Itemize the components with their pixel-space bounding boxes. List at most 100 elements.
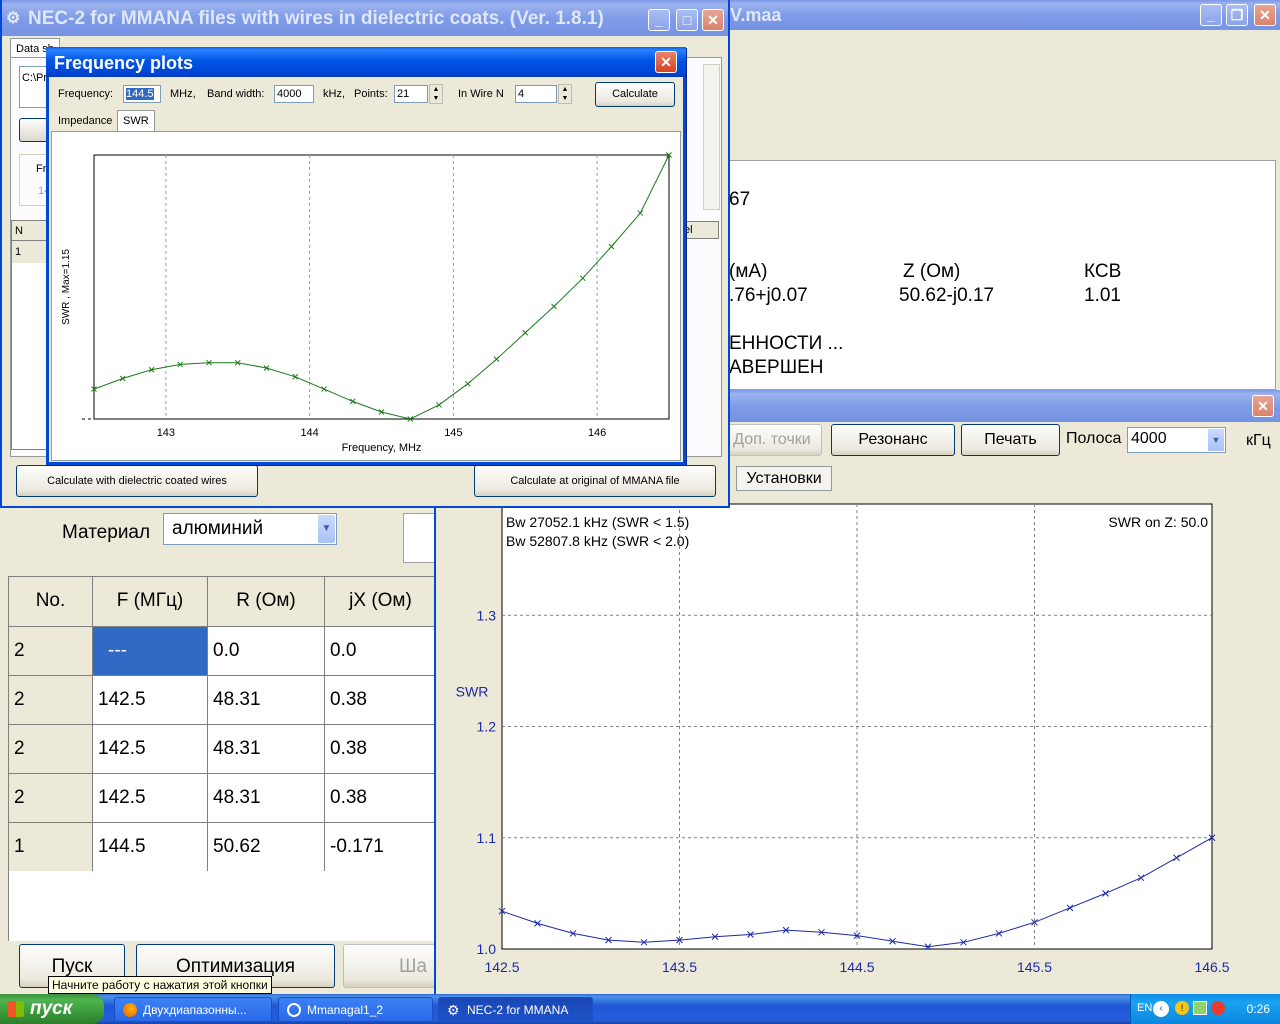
bw-input[interactable]: 4000 (274, 85, 314, 103)
security-icon[interactable] (1211, 1001, 1225, 1015)
bandwidth-annotation-2: Bw 52807.8 kHz (SWR < 2.0) (506, 533, 689, 549)
table-cell[interactable]: 0.38 (325, 725, 437, 774)
white-field (403, 513, 436, 563)
table-cell[interactable]: -0.171 (325, 823, 437, 872)
tab-impedance[interactable]: Impedance (53, 111, 117, 131)
material-select[interactable]: алюминий ▼ (163, 513, 337, 545)
material-value: алюминий (172, 518, 264, 539)
results-col2-val: 50.62-j0.17 (899, 285, 995, 306)
grid-head-no: No. (9, 577, 93, 627)
wire-label: In Wire N (458, 88, 504, 100)
x-axis-label: Frequency, MHz (342, 442, 422, 454)
minimize-button[interactable]: _ (648, 9, 670, 31)
bw-label: Band width: (207, 88, 265, 100)
results-col1-head: (мА) (729, 261, 768, 282)
chevron-down-icon[interactable]: ▼ (318, 515, 335, 543)
network-icon[interactable] (1193, 1001, 1207, 1015)
grid-head-jx: jX (Ом) (325, 577, 437, 627)
points-label: Points: (354, 88, 388, 100)
minimize-button[interactable]: _ (1200, 4, 1222, 26)
small-button[interactable] (19, 118, 49, 142)
tab-swr[interactable]: SWR (117, 110, 155, 132)
table-cell[interactable]: 144.5 (93, 823, 208, 872)
task-firefox[interactable]: Двухдиапазонны... (114, 997, 272, 1022)
language-indicator[interactable]: EN (1137, 1002, 1152, 1014)
swr-chart: 142.5 143.5 144.5 145.5 146.5 1.0 1.1 1.2 1.3 SWR… (456, 503, 1230, 975)
system-tray: EN ‹ ! 0:26 (1130, 994, 1280, 1024)
print-button[interactable]: Печать (961, 424, 1060, 456)
table-cell[interactable]: 48.31 (208, 725, 325, 774)
close-button[interactable]: ✕ (1252, 395, 1274, 417)
table-cell[interactable]: 142.5 (93, 725, 208, 774)
table-row[interactable]: 2 (9, 725, 93, 774)
tab-settings[interactable]: Установки (736, 466, 832, 491)
calculate-button[interactable]: Calculate (595, 82, 675, 107)
wire-spinner[interactable]: ▲ ▼ (558, 84, 572, 104)
close-button[interactable]: ✕ (1254, 4, 1276, 26)
plot-frame (93, 154, 670, 420)
points-input[interactable]: 21 (394, 85, 428, 103)
results-panel: 67 (мА) Z (Ом) КСВ .76+j0.07 50.62-j0.17… (728, 160, 1276, 390)
path-field[interactable]: C:\Pr (19, 66, 49, 108)
resonance-button[interactable]: Резонанс (831, 424, 955, 456)
table-cell-selected[interactable]: --- (93, 627, 208, 676)
status-line2: АВЕРШЕН (729, 357, 824, 378)
step-button[interactable]: Ша (343, 944, 436, 988)
tray-arrow-icon[interactable]: ‹ (1153, 1001, 1169, 1017)
freq-plot-panel: 143 144 145 146 Frequency, MHz SWR , Max=1.15 (51, 131, 681, 461)
task-label: Двухдиапазонны... (143, 1003, 247, 1017)
table-row[interactable]: 1 (9, 823, 93, 872)
table-row[interactable]: 2 (9, 676, 93, 725)
scrollbar[interactable] (703, 64, 720, 210)
table-cell[interactable]: 48.31 (208, 774, 325, 823)
task-nec[interactable]: ⚙ NEC-2 for MMANA (438, 997, 593, 1022)
maximize-button[interactable]: ❐ (1226, 4, 1248, 26)
gear-icon: ⚙ (6, 10, 21, 27)
nec-title-bar[interactable]: ⚙ NEC-2 for MMANA files with wires in di… (2, 0, 728, 36)
path-text: C:\Pr (22, 72, 48, 84)
band-select[interactable]: 4000 ▼ (1127, 427, 1226, 453)
table-row[interactable]: 2 (9, 774, 93, 823)
task-mmana[interactable]: Mmanagal1_2 (278, 997, 433, 1022)
x-tick-label: 143 (157, 427, 175, 439)
table-cell[interactable]: 0.0 (208, 627, 325, 676)
close-button[interactable]: ✕ (655, 51, 677, 73)
freq-tab-strip: Impedance SWR (53, 110, 683, 132)
results-line0: 67 (729, 189, 751, 210)
freq-label: Frequency: (58, 88, 114, 100)
close-button[interactable]: ✕ (702, 9, 724, 31)
nec-swr-chart: 143 144 145 146 Frequency, MHz SWR , Max=1.15 (61, 152, 672, 454)
y-tick-label: 1.1 (477, 830, 497, 846)
table-cell[interactable]: 0.0 (325, 627, 437, 676)
maximize-button[interactable]: □ (676, 9, 698, 31)
freq-input[interactable]: 144.5 (123, 85, 161, 103)
info-icon[interactable]: ! (1175, 1001, 1189, 1015)
table-cell[interactable]: 0.38 (325, 676, 437, 725)
freq-dialog-title-bar[interactable]: Frequency plots ✕ (46, 47, 686, 77)
results-col2-head: Z (Ом) (903, 261, 961, 282)
x-tick-label: 145.5 (1017, 959, 1052, 975)
table-cell[interactable]: 0.38 (325, 774, 437, 823)
table-cell[interactable]: 142.5 (93, 676, 208, 725)
bandwidth-annotation-1: Bw 27052.1 kHz (SWR < 1.5) (506, 514, 689, 530)
table-cell[interactable]: 50.62 (208, 823, 325, 872)
results-col3-val: 1.01 (1084, 285, 1121, 306)
calc-original-button[interactable]: Calculate at original of MMANA file (474, 465, 716, 497)
start-label: пуск (30, 998, 73, 1019)
x-tick-label: 143.5 (662, 959, 697, 975)
table-cell[interactable]: 142.5 (93, 774, 208, 823)
wire-input[interactable]: 4 (515, 85, 557, 103)
x-tick-label: 146.5 (1194, 959, 1229, 975)
chevron-down-icon[interactable]: ▼ (1208, 429, 1224, 451)
calc-dielectric-button[interactable]: Calculate with dielectric coated wires (16, 465, 258, 497)
freq-group: Fre 14 (19, 154, 53, 206)
table-cell[interactable]: 48.31 (208, 676, 325, 725)
points-spinner[interactable]: ▲ ▼ (429, 84, 443, 104)
results-grid: No. F (МГц) R (Ом) jX (Ом) 2 --- 0.0 0.0… (8, 576, 437, 872)
extra-points-button[interactable]: Доп. точки (722, 424, 822, 456)
y-tick-label: 1.0 (477, 941, 497, 957)
table-row[interactable]: 2 (9, 627, 93, 676)
swr-reference-annotation: SWR on Z: 50.0 (1108, 514, 1208, 530)
start-button[interactable]: пуск (0, 994, 104, 1024)
results-col3-head: КСВ (1084, 261, 1122, 282)
